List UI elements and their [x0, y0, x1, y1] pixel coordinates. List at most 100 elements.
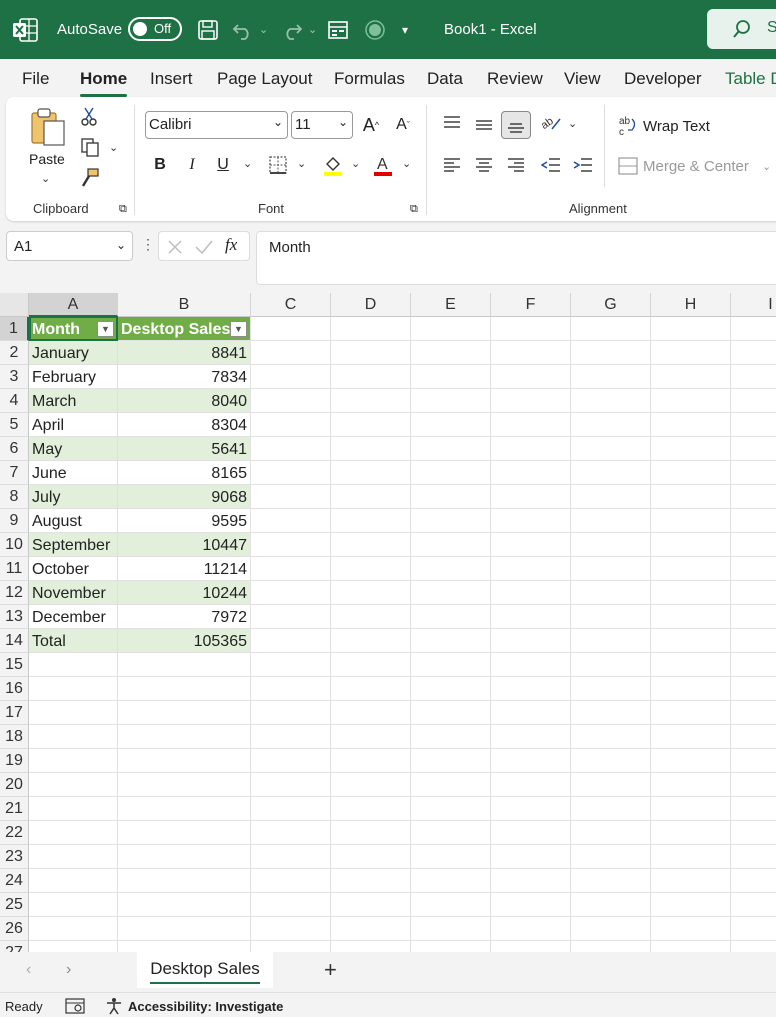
cell[interactable]: [491, 605, 571, 629]
cell[interactable]: [731, 605, 776, 629]
cell[interactable]: [331, 653, 411, 677]
cell[interactable]: [411, 365, 491, 389]
cell[interactable]: [571, 797, 651, 821]
cell[interactable]: [571, 725, 651, 749]
cell[interactable]: [571, 389, 651, 413]
cell[interactable]: [731, 797, 776, 821]
cell[interactable]: [411, 941, 491, 952]
row-header[interactable]: 17: [0, 701, 29, 725]
cell[interactable]: [251, 437, 331, 461]
cell[interactable]: [571, 845, 651, 869]
cell[interactable]: [571, 821, 651, 845]
cell[interactable]: [731, 701, 776, 725]
cell[interactable]: [411, 893, 491, 917]
cell[interactable]: [251, 581, 331, 605]
cell[interactable]: [411, 317, 491, 341]
cell[interactable]: [651, 485, 731, 509]
cell[interactable]: [251, 509, 331, 533]
cell[interactable]: [571, 941, 651, 952]
cell[interactable]: [571, 749, 651, 773]
table-cell-sales[interactable]: 9595: [118, 509, 251, 533]
cell[interactable]: [571, 461, 651, 485]
cell[interactable]: [651, 797, 731, 821]
row-header[interactable]: 10: [0, 533, 29, 557]
column-header-e[interactable]: E: [411, 293, 491, 317]
cell[interactable]: [29, 749, 118, 773]
cell[interactable]: [571, 485, 651, 509]
cell[interactable]: [118, 869, 251, 893]
cell[interactable]: [651, 725, 731, 749]
name-box[interactable]: A1 ⌄: [6, 231, 133, 261]
row-header[interactable]: 8: [0, 485, 29, 509]
row-header[interactable]: 21: [0, 797, 29, 821]
column-header-g[interactable]: G: [571, 293, 651, 317]
redo-dropdown-icon[interactable]: ⌄: [308, 0, 317, 59]
cell[interactable]: [651, 557, 731, 581]
tab-page-layout[interactable]: Page Layout: [217, 69, 312, 89]
cell[interactable]: [251, 701, 331, 725]
cell[interactable]: [411, 653, 491, 677]
table-cell-month[interactable]: May: [29, 437, 118, 461]
cell[interactable]: [118, 941, 251, 952]
table-header-month[interactable]: Month ▼: [29, 317, 118, 341]
cell[interactable]: [731, 461, 776, 485]
tab-view[interactable]: View: [564, 69, 601, 89]
cell[interactable]: [571, 605, 651, 629]
cell[interactable]: [29, 869, 118, 893]
cell[interactable]: [571, 773, 651, 797]
cell[interactable]: [118, 653, 251, 677]
table-cell-sales[interactable]: 9068: [118, 485, 251, 509]
row-header[interactable]: 19: [0, 749, 29, 773]
cell[interactable]: [411, 701, 491, 725]
column-header-f[interactable]: F: [491, 293, 571, 317]
paste-dropdown-icon[interactable]: ⌄: [41, 172, 50, 185]
cell[interactable]: [731, 917, 776, 941]
cell[interactable]: [571, 581, 651, 605]
cell[interactable]: [651, 869, 731, 893]
cell[interactable]: [331, 677, 411, 701]
cell[interactable]: [331, 341, 411, 365]
cell[interactable]: [731, 941, 776, 952]
row-header[interactable]: 12: [0, 581, 29, 605]
table-header-sales[interactable]: Desktop Sales ▼: [118, 317, 251, 341]
cell[interactable]: [651, 629, 731, 653]
table-cell-month[interactable]: April: [29, 413, 118, 437]
cell[interactable]: [411, 413, 491, 437]
align-right-icon[interactable]: [501, 151, 531, 179]
table-cell-month[interactable]: December: [29, 605, 118, 629]
cell[interactable]: [571, 701, 651, 725]
cell[interactable]: [411, 581, 491, 605]
cell[interactable]: [251, 317, 331, 341]
row-header[interactable]: 6: [0, 437, 29, 461]
cell[interactable]: [571, 317, 651, 341]
cell[interactable]: [731, 341, 776, 365]
save-icon[interactable]: [197, 0, 219, 59]
column-header-c[interactable]: C: [251, 293, 331, 317]
cell[interactable]: [251, 821, 331, 845]
cell[interactable]: [651, 701, 731, 725]
cell[interactable]: [251, 557, 331, 581]
cell[interactable]: [331, 893, 411, 917]
cell[interactable]: [651, 917, 731, 941]
cell[interactable]: [731, 485, 776, 509]
accessibility-status[interactable]: Accessibility: Investigate: [128, 999, 283, 1014]
cell[interactable]: [331, 389, 411, 413]
cell[interactable]: [491, 845, 571, 869]
cell[interactable]: [331, 773, 411, 797]
cell[interactable]: [491, 893, 571, 917]
row-header[interactable]: 20: [0, 773, 29, 797]
record-macro-icon[interactable]: [364, 0, 386, 59]
cell[interactable]: [491, 653, 571, 677]
filter-dropdown-icon[interactable]: ▼: [97, 321, 114, 337]
cell[interactable]: [731, 725, 776, 749]
cell[interactable]: [118, 701, 251, 725]
cell[interactable]: [571, 413, 651, 437]
tab-home[interactable]: Home: [80, 69, 128, 97]
cell[interactable]: [571, 509, 651, 533]
scroll-sheets-right-icon[interactable]: ›: [66, 961, 71, 979]
borders-dropdown-icon[interactable]: ⌄: [297, 157, 306, 170]
font-launcher-icon[interactable]: ⧉: [410, 203, 418, 216]
tab-formulas[interactable]: Formulas: [334, 69, 405, 89]
cell[interactable]: [251, 749, 331, 773]
cell[interactable]: [331, 821, 411, 845]
